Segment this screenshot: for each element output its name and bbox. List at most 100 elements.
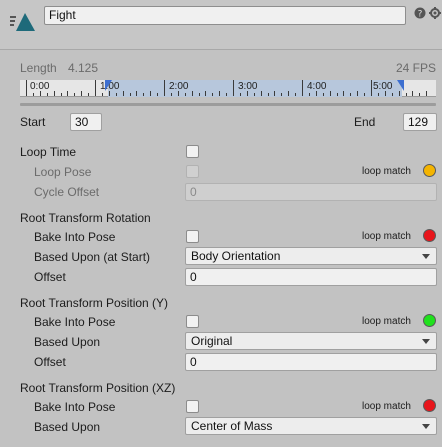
position-xz-loop-match-label: loop match bbox=[362, 401, 411, 412]
rotation-status-lamp-icon bbox=[423, 229, 436, 242]
timeline-tick bbox=[74, 93, 76, 96]
timeline-tick bbox=[281, 93, 283, 96]
timeline-tick bbox=[136, 91, 138, 96]
position-y-section-label: Root Transform Position (Y) bbox=[20, 296, 169, 310]
position-xz-bake-label: Bake Into Pose bbox=[34, 400, 116, 414]
timeline-tick bbox=[260, 91, 262, 96]
position-xz-section-label: Root Transform Position (XZ) bbox=[20, 381, 176, 395]
loop-time-checkbox[interactable] bbox=[186, 145, 199, 158]
timeline-tick bbox=[288, 91, 290, 96]
position-xz-based-upon-dropdown[interactable]: Center of Mass bbox=[185, 417, 437, 435]
timeline-tick bbox=[384, 91, 386, 96]
rotation-section-label: Root Transform Rotation bbox=[20, 211, 151, 225]
cycle-offset-field[interactable]: 0 bbox=[185, 183, 437, 201]
timeline-tick bbox=[246, 91, 248, 96]
timeline-tick bbox=[405, 93, 407, 96]
position-xz-status-lamp-icon bbox=[423, 399, 436, 412]
settings-icon[interactable] bbox=[429, 7, 441, 19]
timeline-tick bbox=[88, 93, 90, 96]
position-y-bake-label: Bake Into Pose bbox=[34, 315, 116, 329]
loop-pose-label: Loop Pose bbox=[34, 165, 92, 179]
timeline-tick bbox=[267, 93, 269, 96]
rotation-based-upon-dropdown[interactable]: Body Orientation bbox=[185, 247, 437, 265]
position-y-offset-field[interactable]: 0 bbox=[185, 353, 437, 371]
rotation-loop-match-label: loop match bbox=[362, 231, 411, 242]
timeline-tick bbox=[364, 93, 366, 96]
timeline-label-5: 5:00 bbox=[373, 81, 393, 92]
timeline-tick bbox=[419, 93, 421, 96]
timeline-tick bbox=[315, 91, 317, 96]
position-y-bake-checkbox[interactable] bbox=[186, 315, 199, 328]
timeline-tick bbox=[350, 93, 352, 96]
timeline-ruler[interactable]: 0:00 1:00 2:00 3:00 4:00 5:00 bbox=[20, 80, 436, 97]
timeline-tick bbox=[308, 93, 310, 96]
start-field[interactable]: 30 bbox=[70, 113, 102, 131]
chevron-down-icon bbox=[422, 339, 430, 344]
timeline-tick bbox=[184, 93, 186, 96]
position-y-offset-label: Offset bbox=[34, 355, 66, 369]
timeline-tick bbox=[177, 91, 179, 96]
rotation-offset-label: Offset bbox=[34, 270, 66, 284]
timeline-tick bbox=[322, 93, 324, 96]
timeline-tick bbox=[198, 93, 200, 96]
clip-header: Fight ? bbox=[0, 0, 442, 50]
timeline-tick bbox=[274, 91, 276, 96]
timeline-tick bbox=[46, 93, 48, 96]
rotation-bake-checkbox[interactable] bbox=[186, 230, 199, 243]
timeline-tick bbox=[150, 91, 152, 96]
timeline-tick bbox=[239, 93, 241, 96]
timeline-tick bbox=[81, 91, 83, 96]
timeline-tick bbox=[164, 80, 165, 96]
help-icon[interactable]: ? bbox=[414, 7, 426, 20]
timeline-tick bbox=[95, 80, 96, 96]
timeline-tick bbox=[115, 93, 117, 96]
end-marker-icon[interactable] bbox=[397, 80, 405, 92]
timeline-tick bbox=[343, 91, 345, 96]
chevron-down-icon bbox=[422, 254, 430, 259]
start-label: Start bbox=[20, 115, 46, 129]
length-value: 4.125 bbox=[68, 61, 99, 75]
loop-pose-checkbox[interactable] bbox=[186, 165, 199, 178]
rotation-based-upon-value: Body Orientation bbox=[191, 249, 281, 263]
timeline-tick bbox=[357, 91, 359, 96]
timeline-tick bbox=[60, 93, 62, 96]
timeline-scrollbar[interactable] bbox=[20, 103, 436, 106]
timeline-tick bbox=[226, 93, 228, 96]
loop-time-label: Loop Time bbox=[20, 145, 77, 159]
fps-value: 24 FPS bbox=[396, 61, 437, 75]
end-label: End bbox=[354, 115, 376, 129]
rotation-bake-label: Bake Into Pose bbox=[34, 230, 116, 244]
timeline-tick bbox=[205, 91, 207, 96]
timeline-tick bbox=[233, 80, 234, 96]
rotation-based-upon-label: Based Upon (at Start) bbox=[34, 250, 151, 264]
animation-clip-icon bbox=[10, 13, 35, 31]
position-xz-based-upon-label: Based Upon bbox=[34, 420, 101, 434]
position-xz-bake-checkbox[interactable] bbox=[186, 400, 199, 413]
chevron-down-icon bbox=[422, 424, 430, 429]
end-field[interactable]: 129 bbox=[403, 113, 437, 131]
timeline-tick bbox=[26, 80, 27, 96]
timeline-tick bbox=[53, 91, 55, 96]
timeline-tick bbox=[412, 91, 414, 96]
timeline-tick bbox=[426, 91, 428, 96]
rotation-offset-field[interactable]: 0 bbox=[185, 268, 437, 286]
timeline-tick bbox=[336, 93, 338, 96]
position-y-status-lamp-icon bbox=[423, 314, 436, 327]
start-marker-icon[interactable] bbox=[105, 80, 113, 92]
length-label: Length bbox=[20, 61, 57, 75]
loop-pose-status-lamp-icon bbox=[423, 164, 436, 177]
timeline-tick bbox=[253, 93, 255, 96]
clip-name-field[interactable]: Fight bbox=[44, 6, 406, 25]
timeline-tick bbox=[302, 80, 303, 96]
position-xz-based-upon-value: Center of Mass bbox=[191, 419, 273, 433]
cycle-offset-label: Cycle Offset bbox=[34, 185, 100, 199]
timeline-tick bbox=[143, 93, 145, 96]
position-y-based-upon-value: Original bbox=[191, 334, 233, 348]
timeline-tick bbox=[170, 93, 172, 96]
timeline-tick bbox=[129, 93, 131, 96]
loop-pose-loop-match-label: loop match bbox=[362, 166, 411, 177]
timeline-tick bbox=[377, 93, 379, 96]
position-y-based-upon-dropdown[interactable]: Original bbox=[185, 332, 437, 350]
timeline-tick bbox=[329, 91, 331, 96]
timeline-tick bbox=[67, 91, 69, 96]
